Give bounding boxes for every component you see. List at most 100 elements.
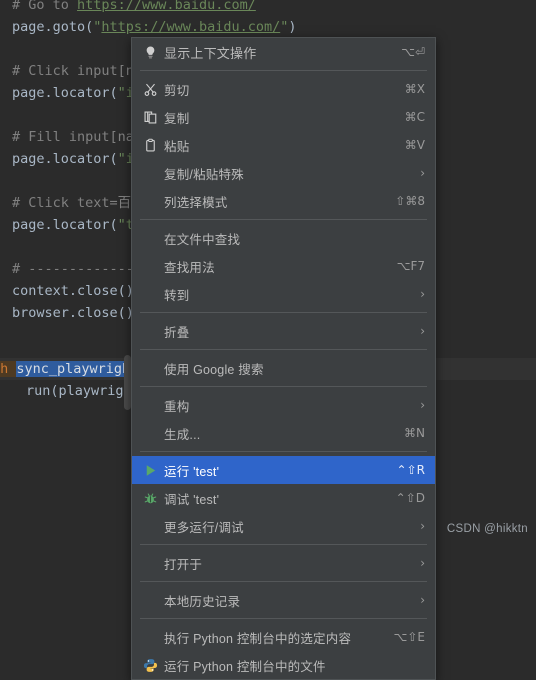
code-line-selected: ch sync_playwrigh — [0, 358, 131, 380]
run-icon — [140, 460, 160, 480]
menu-separator — [140, 451, 427, 452]
code-token: browser.close() — [12, 305, 134, 321]
editor-vertical-scrollbar[interactable] — [124, 355, 131, 410]
menu-item-shortcut: ⌘X — [404, 82, 425, 96]
menu-item-shortcut: ⌃⇧R — [396, 463, 425, 477]
menu-separator — [140, 312, 427, 313]
code-line: context.close() — [12, 280, 134, 302]
menu-item-copy[interactable]: 复制 ⌘C — [132, 103, 435, 131]
menu-item-copy-paste-special[interactable]: 复制/粘贴特殊 › — [132, 159, 435, 187]
code-token: page.goto( — [12, 19, 94, 35]
menu-item-label: 折叠 — [164, 325, 190, 340]
menu-item-label: 使用 Google 搜索 — [164, 362, 264, 377]
menu-item-find-usages[interactable]: 查找用法 ⌥F7 — [132, 252, 435, 280]
code-line: # Go to https://www.baidu.com/ — [12, 0, 256, 16]
menu-item-open-in[interactable]: 打开于 › — [132, 549, 435, 577]
menu-item-shortcut: ⌘N — [404, 426, 425, 440]
menu-item-find-in-files[interactable]: 在文件中查找 — [132, 224, 435, 252]
menu-item-shortcut: ⌘C — [404, 110, 425, 124]
icon-placeholder — [140, 163, 160, 183]
menu-item-label: 打开于 — [164, 557, 203, 572]
menu-item-go-to[interactable]: 转到 › — [132, 280, 435, 308]
menu-item-label: 复制/粘贴特殊 — [164, 167, 244, 182]
menu-item-refactor[interactable]: 重构 › — [132, 391, 435, 419]
icon-placeholder — [140, 627, 160, 647]
editor-context-menu[interactable]: 显示上下文操作 ⌥⏎ 剪切 ⌘X 复制 ⌘C 粘贴 ⌘V 复制/粘贴特殊 › 列选择模式 ⇧⌘8 在文件… — [131, 37, 436, 680]
submenu-chevron-icon: › — [420, 324, 425, 338]
menu-item-shortcut: ⌃⇧D — [395, 491, 425, 505]
icon-placeholder — [140, 395, 160, 415]
icon-placeholder — [140, 321, 160, 341]
icon-placeholder — [140, 423, 160, 443]
menu-item-shortcut: ⇧⌘8 — [395, 194, 425, 208]
code-token: # Click text=百 — [12, 195, 132, 211]
menu-item-cut[interactable]: 剪切 ⌘X — [132, 75, 435, 103]
icon-placeholder — [140, 516, 160, 536]
submenu-chevron-icon: › — [420, 519, 425, 533]
code-token: https://www.baidu.com/ — [101, 19, 281, 35]
menu-item-local-history[interactable]: 本地历史记录 › — [132, 586, 435, 614]
menu-item-generate[interactable]: 生成... ⌘N — [132, 419, 435, 447]
menu-item-label: 生成... — [164, 427, 201, 442]
menu-separator — [140, 219, 427, 220]
menu-item-shortcut: ⌥⇧E — [393, 630, 425, 644]
menu-item-run-test[interactable]: 运行 'test' ⌃⇧R — [132, 456, 435, 484]
menu-separator — [140, 70, 427, 71]
code-line: page.locator("i — [12, 82, 134, 104]
submenu-chevron-icon: › — [420, 287, 425, 301]
menu-item-folding[interactable]: 折叠 › — [132, 317, 435, 345]
code-token: # Fill input[na — [12, 129, 134, 145]
code-line: browser.close() — [12, 302, 134, 324]
code-token: page.locator( — [12, 85, 118, 101]
debug-icon — [140, 488, 160, 508]
menu-item-label: 本地历史记录 — [164, 594, 241, 609]
menu-item-label: 复制 — [164, 111, 190, 126]
code-line: page.locator("t — [12, 214, 134, 236]
code-selection: sync_playwrigh — [16, 361, 131, 377]
csdn-watermark: CSDN @hikktn — [446, 523, 528, 535]
menu-item-label: 查找用法 — [164, 260, 215, 275]
menu-item-paste[interactable]: 粘贴 ⌘V — [132, 131, 435, 159]
menu-item-execute-selection-in-python-console[interactable]: 执行 Python 控制台中的选定内容 ⌥⇧E — [132, 623, 435, 651]
code-line: # ------------- — [12, 258, 134, 280]
menu-item-label: 执行 Python 控制台中的选定内容 — [164, 631, 352, 646]
code-line: # Fill input[na — [12, 126, 134, 148]
code-token: # Go to — [12, 0, 78, 13]
copy-icon — [140, 107, 160, 127]
code-line: page.goto("https://www.baidu.com/") — [12, 16, 297, 38]
menu-item-label: 显示上下文操作 — [164, 45, 257, 61]
submenu-chevron-icon: › — [420, 166, 425, 180]
code-line: # Click input[n — [12, 60, 134, 82]
menu-item-shortcut: ⌘V — [404, 138, 425, 152]
submenu-chevron-icon: › — [420, 556, 425, 570]
code-token: https://www.baidu.com/ — [77, 0, 256, 13]
code-token: context.close() — [12, 283, 134, 299]
code-token: # Click input[n — [12, 63, 134, 79]
menu-item-shortcut: ⌥⏎ — [401, 45, 425, 59]
menu-item-label: 剪切 — [164, 83, 190, 98]
code-token: # ------------- — [12, 261, 134, 277]
menu-item-label: 运行 Python 控制台中的文件 — [164, 659, 326, 674]
menu-item-shortcut: ⌥F7 — [396, 259, 425, 273]
menu-item-search-with-google[interactable]: 使用 Google 搜索 — [132, 354, 435, 382]
menu-item-run-file-in-python-console[interactable]: 运行 Python 控制台中的文件 — [132, 651, 435, 679]
menu-item-label: 列选择模式 — [164, 195, 228, 210]
menu-item-label: 调试 'test' — [164, 492, 220, 507]
menu-item-label: 运行 'test' — [164, 464, 220, 479]
menu-item-column-selection-mode[interactable]: 列选择模式 ⇧⌘8 — [132, 187, 435, 215]
menu-separator — [140, 349, 427, 350]
clipboard-icon — [140, 135, 160, 155]
scissors-icon — [140, 79, 160, 99]
icon-placeholder — [140, 590, 160, 610]
icon-placeholder — [140, 553, 160, 573]
submenu-chevron-icon: › — [420, 398, 425, 412]
menu-item-show-context-actions[interactable]: 显示上下文操作 ⌥⏎ — [132, 38, 435, 66]
menu-item-label: 在文件中查找 — [164, 232, 241, 247]
menu-item-more-run-debug[interactable]: 更多运行/调试 › — [132, 512, 435, 540]
icon-placeholder — [140, 191, 160, 211]
code-token: page.locator( — [12, 217, 118, 233]
menu-item-debug-test[interactable]: 调试 'test' ⌃⇧D — [132, 484, 435, 512]
icon-placeholder — [140, 358, 160, 378]
python-icon — [140, 655, 160, 675]
code-token: page.locator( — [12, 151, 118, 167]
